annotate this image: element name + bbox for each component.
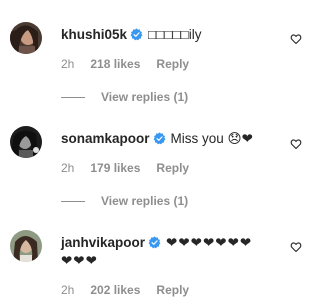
comment-item: sonamkapoor Miss you 😞❤ 2h 179 likes Reply … — [0, 110, 318, 220]
comment-line: khushi05k □□□□□ily — [61, 26, 202, 44]
like-heart-icon[interactable] — [290, 241, 302, 253]
comment-time: 2h — [61, 161, 75, 175]
comment-likes[interactable]: 202 likes — [90, 283, 140, 297]
verified-badge-icon — [130, 28, 143, 41]
comment-item: janhvikapoor ❤❤❤❤❤❤❤ ❤❤❤ 2h 202 likes Reply — [0, 220, 318, 303]
like-heart-icon[interactable] — [290, 33, 302, 45]
verified-badge-icon — [148, 236, 161, 249]
comment-meta: 2h 202 likes Reply — [61, 283, 205, 297]
avatar[interactable] — [10, 230, 42, 262]
comment-likes[interactable]: 218 likes — [90, 57, 140, 71]
reply-button[interactable]: Reply — [156, 161, 189, 175]
comment-time: 2h — [61, 57, 75, 71]
comment-meta: 2h 179 likes Reply — [61, 161, 205, 175]
comment-text: □□□□□ily — [148, 27, 202, 42]
like-heart-icon[interactable] — [290, 138, 302, 150]
view-replies-label: View replies (1) — [101, 194, 189, 208]
comment-likes[interactable]: 179 likes — [90, 161, 140, 175]
avatar[interactable] — [10, 22, 42, 54]
comment-text-continued: ❤❤❤ — [61, 253, 98, 268]
avatar[interactable] — [10, 126, 42, 158]
comment-text: ❤❤❤❤❤❤❤ — [166, 235, 253, 250]
verified-badge-icon — [153, 132, 165, 145]
comment-item: khushi05k □□□□□ily 2h 218 likes Reply View … — [0, 0, 318, 110]
comment-line: sonamkapoor Miss you 😞❤ — [61, 130, 253, 148]
view-replies-button[interactable]: View replies (1) — [61, 90, 188, 104]
comment-meta: 2h 218 likes Reply — [61, 57, 205, 71]
divider — [61, 201, 85, 203]
reply-button[interactable]: Reply — [156, 57, 189, 71]
divider — [61, 97, 85, 99]
view-replies-button[interactable]: View replies (1) — [61, 194, 188, 208]
view-replies-label: View replies (1) — [101, 90, 189, 104]
username[interactable]: khushi05k — [61, 27, 127, 42]
comment-time: 2h — [61, 283, 75, 297]
comment-text: Miss you 😞❤ — [170, 131, 253, 146]
reply-button[interactable]: Reply — [156, 283, 189, 297]
username[interactable]: janhvikapoor — [61, 235, 145, 250]
comment-line: janhvikapoor ❤❤❤❤❤❤❤ — [61, 234, 252, 252]
username[interactable]: sonamkapoor — [61, 131, 150, 146]
